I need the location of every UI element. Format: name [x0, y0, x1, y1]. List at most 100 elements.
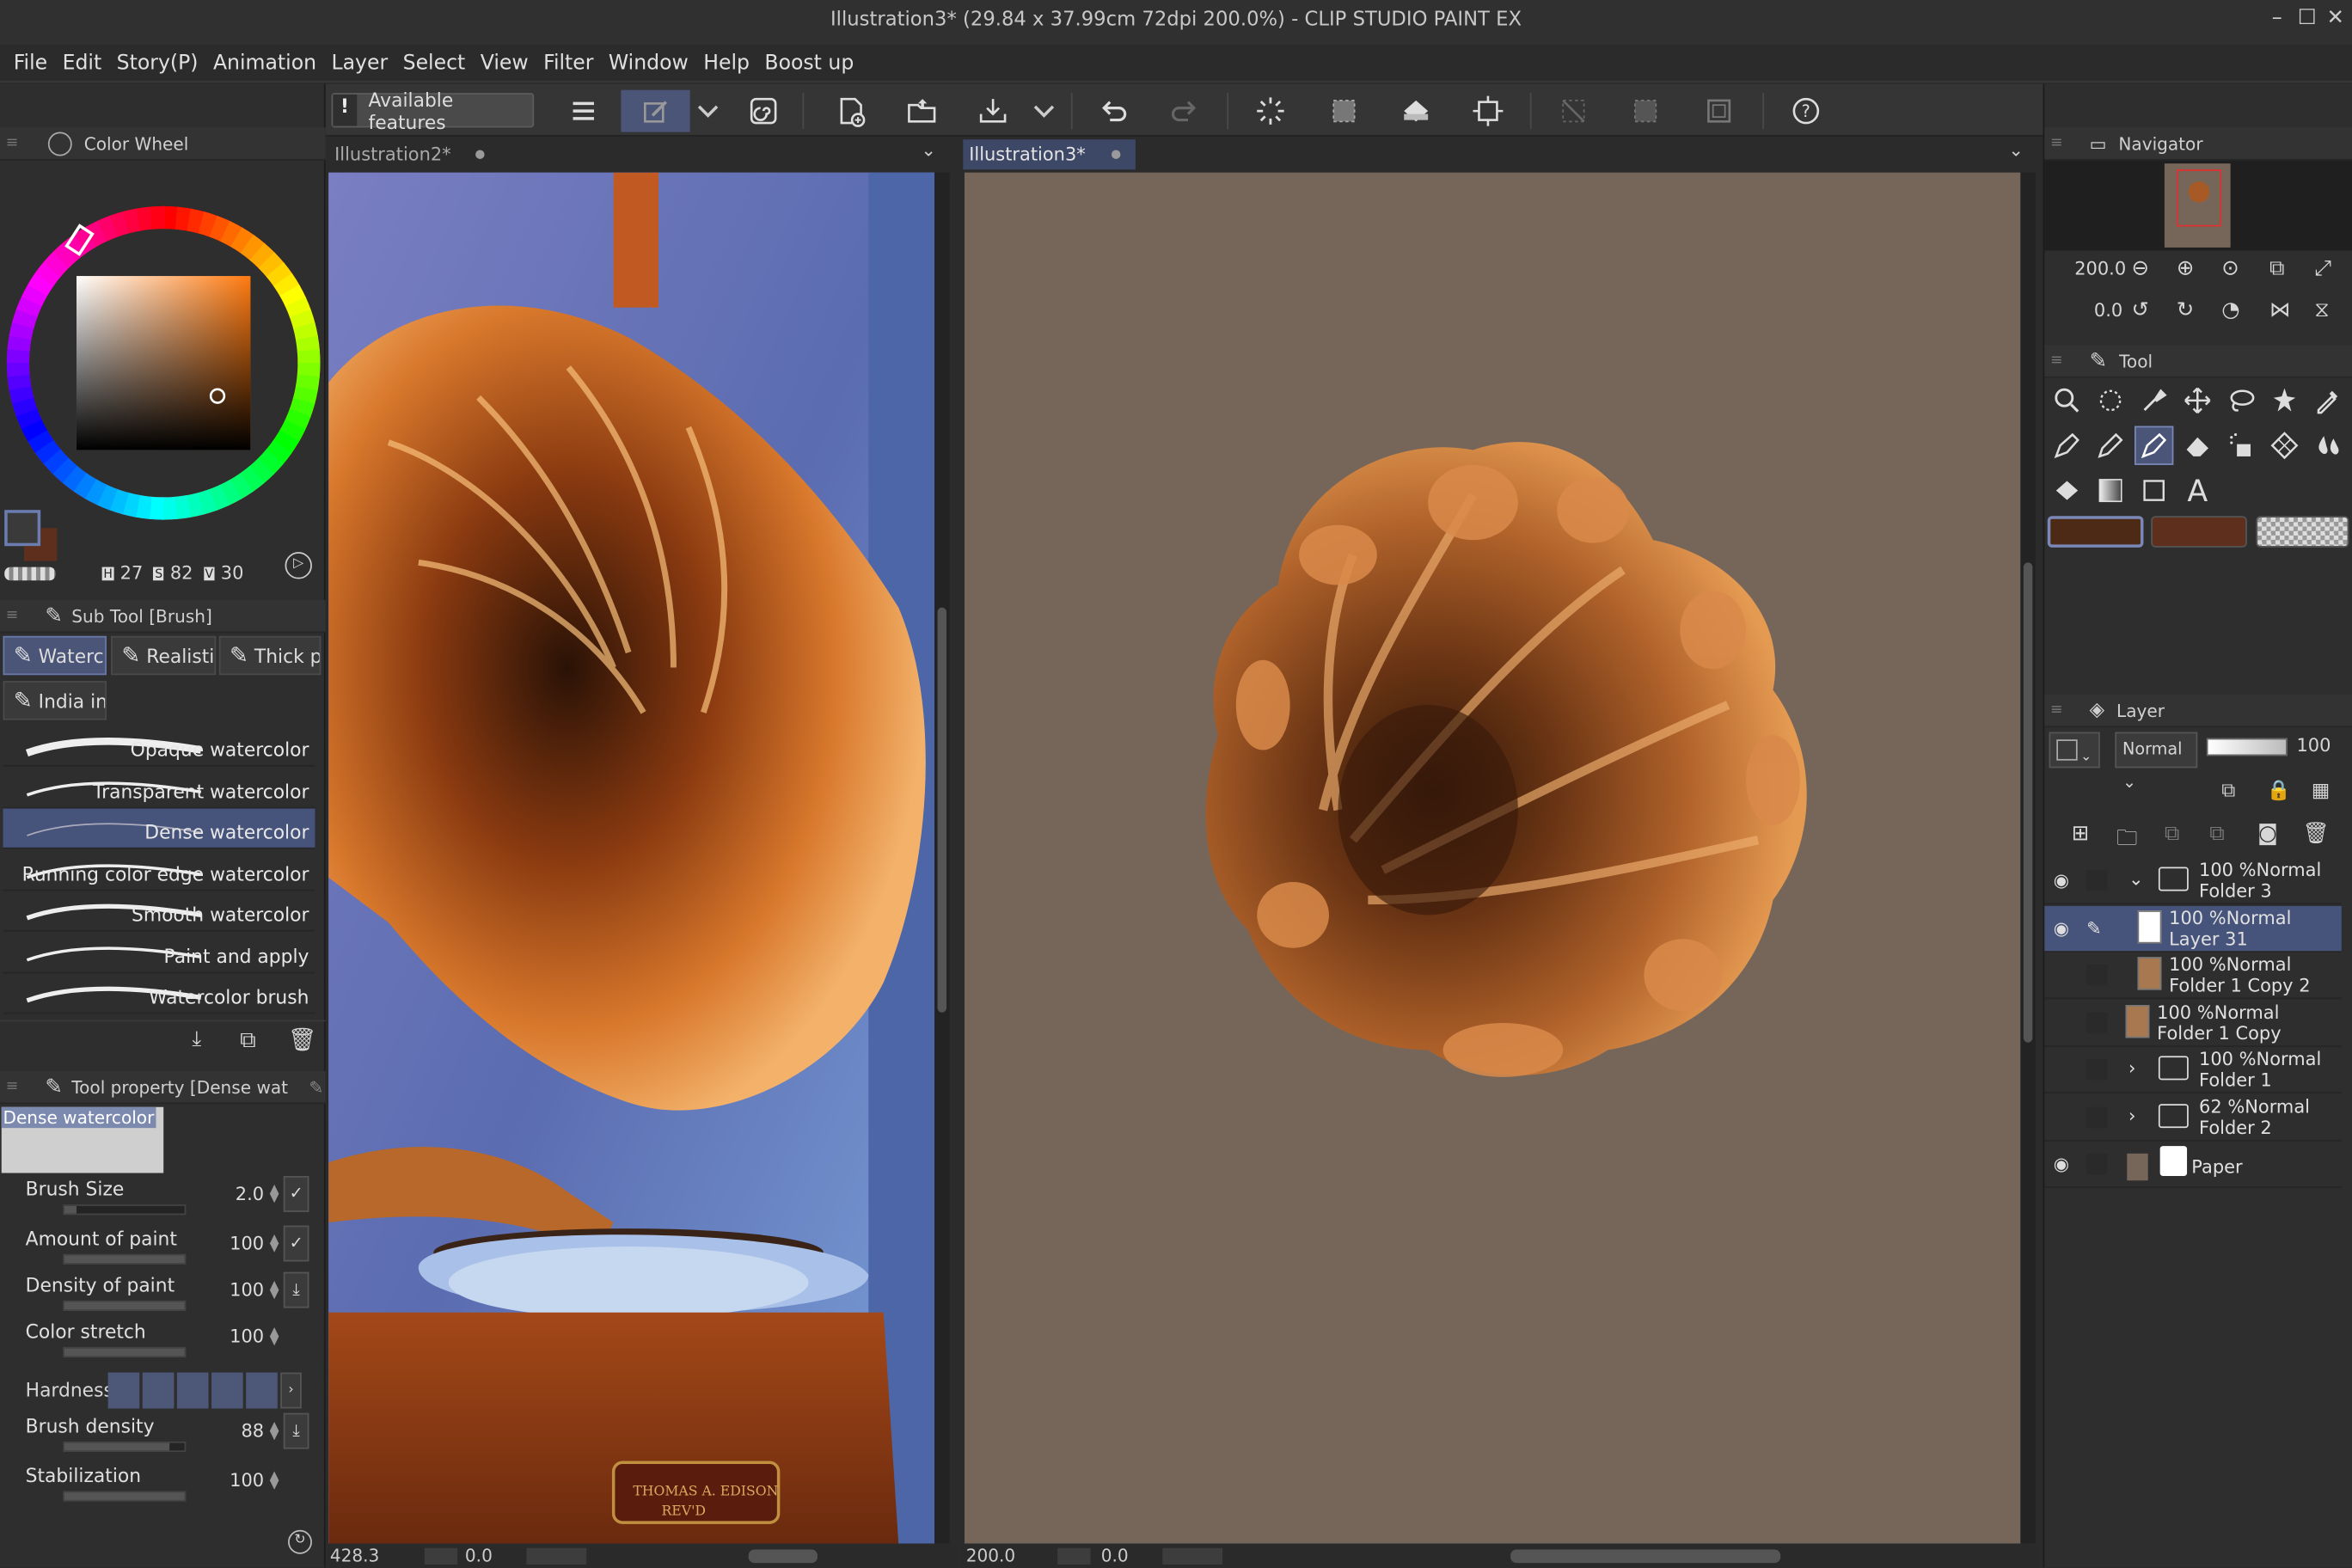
layer-status-slot[interactable] [2086, 1153, 2108, 1175]
menu-help[interactable]: Help [696, 45, 757, 81]
redo-icon[interactable] [1162, 90, 1207, 132]
hidden-eye-icon[interactable] [2054, 1012, 2074, 1032]
pressure-toggle-icon[interactable]: ✓ [283, 1176, 309, 1212]
reset-rotation-icon[interactable]: ◔ [2221, 298, 2239, 322]
stepper-icon[interactable]: ▲ ▼ [270, 1183, 279, 1204]
available-features-button[interactable]: ! Available features [331, 88, 535, 132]
chevron-down-icon[interactable]: ⌄ [2008, 139, 2024, 160]
stepper-icon[interactable]: ▲ ▼ [270, 1232, 279, 1253]
eye-icon[interactable]: ◉ [2054, 917, 2074, 938]
subtab-watercolor[interactable]: ✎ Waterc [3, 635, 107, 676]
pressure-toggle-icon[interactable]: ✓ [283, 1225, 309, 1262]
lasso-icon[interactable] [2221, 381, 2260, 420]
main-color-chip[interactable] [2047, 516, 2144, 548]
clip-layer-icon[interactable]: ⧉ [2221, 780, 2235, 802]
menu-filter[interactable]: Filter [536, 45, 601, 81]
horizontal-scroll-thumb[interactable] [748, 1549, 818, 1564]
layer-status-slot[interactable] [2086, 964, 2108, 986]
zoom-readout[interactable]: 428.3 [330, 1545, 379, 1565]
mask-icon[interactable]: ◙ [2257, 822, 2278, 846]
angle-readout[interactable]: 0.0 [465, 1545, 493, 1565]
stepper-icon[interactable]: ▲ ▼ [270, 1326, 279, 1346]
save-options-chevron-icon[interactable] [1026, 90, 1063, 132]
property-value[interactable]: 100 [230, 1279, 264, 1300]
trash-icon[interactable]: 🗑 [288, 1026, 316, 1053]
property-slider[interactable] [63, 1253, 187, 1265]
doc-tab-illustration3[interactable]: Illustration3* [963, 139, 1136, 170]
opacity-value[interactable]: 100 [2296, 735, 2331, 756]
pencil-icon[interactable] [2091, 426, 2129, 465]
property-value[interactable]: 88 [241, 1420, 264, 1441]
loading-icon[interactable] [1248, 90, 1293, 132]
delete-layer-icon[interactable]: 🗑 [2302, 822, 2329, 846]
layer-row[interactable]: 100 %Normal Folder 1 Copy [2044, 1000, 2342, 1047]
maximize-icon[interactable]: ☐ [2292, 6, 2322, 36]
hardness-step[interactable] [107, 1372, 140, 1409]
grip-icon[interactable]: ≡ [2044, 135, 2068, 151]
stepper-icon[interactable]: ▲ ▼ [270, 1420, 279, 1441]
magic-wand-icon[interactable] [2265, 381, 2304, 420]
layer-row[interactable]: › 100 %Normal Folder 1 [2044, 1047, 2342, 1094]
brush-tool-icon[interactable] [2134, 426, 2174, 465]
hardness-step[interactable] [142, 1372, 175, 1409]
merge-down-icon[interactable]: ⧉ [2165, 822, 2179, 846]
layer-status-slot[interactable] [2086, 1011, 2108, 1033]
property-value[interactable]: 2.0 [236, 1184, 264, 1204]
grip-icon[interactable]: ≡ [2044, 352, 2068, 369]
menu-window[interactable]: Window [601, 45, 695, 81]
hardness-step[interactable] [176, 1372, 209, 1409]
clear-selection-icon[interactable] [1551, 90, 1596, 132]
menu-select[interactable]: Select [395, 45, 473, 81]
eyedropper-icon[interactable] [2308, 381, 2347, 420]
color-wheel[interactable] [3, 203, 323, 524]
fit-page-icon[interactable]: ⧉ [2269, 256, 2284, 280]
flip-vertical-icon[interactable]: ⧖ [2314, 298, 2329, 322]
pressure-toggle-icon[interactable]: ⤓ [283, 1412, 309, 1449]
new-file-icon[interactable] [828, 90, 873, 132]
decoration-icon[interactable] [2265, 426, 2304, 465]
zoom-readout[interactable]: 200.0 [966, 1545, 1015, 1565]
play-icon[interactable]: ▷ [285, 552, 312, 579]
move-icon[interactable] [2178, 381, 2217, 420]
gradient-icon[interactable] [2091, 471, 2129, 510]
hardness-step[interactable] [211, 1372, 243, 1409]
layer-row[interactable]: 100 %Normal Folder 1 Copy 2 [2044, 952, 2342, 1000]
rotate-left-icon[interactable]: ↺ [2132, 298, 2149, 322]
menu-layer[interactable]: Layer [324, 45, 395, 81]
brush-item[interactable]: Dense watercolor [3, 808, 315, 849]
select-area-icon[interactable] [1321, 90, 1366, 132]
scroll-thumb[interactable] [937, 607, 947, 1013]
grip-icon[interactable]: ≡ [0, 608, 24, 624]
angle-slider[interactable] [526, 1547, 587, 1565]
merge-visible-icon[interactable]: ⧉ [2209, 822, 2224, 846]
rotate-right-icon[interactable]: ↻ [2177, 298, 2194, 322]
subtab-thick-paint[interactable]: ✎ Thick p [218, 635, 322, 676]
chevron-down-icon[interactable]: ⌄ [921, 139, 936, 160]
lasso-select-icon[interactable] [2091, 381, 2129, 420]
property-slider[interactable] [63, 1204, 187, 1216]
subtab-realistic[interactable]: ✎ Realisti [111, 635, 217, 676]
hidden-eye-icon[interactable] [2054, 1059, 2074, 1080]
close-tab-icon[interactable] [475, 150, 485, 159]
help-icon[interactable]: ? [1784, 90, 1828, 132]
figure-icon[interactable] [2135, 471, 2173, 510]
close-icon[interactable]: ✕ [2320, 6, 2350, 36]
zoom-out-icon[interactable]: ⊖ [2132, 256, 2149, 280]
chevron-down-icon[interactable]: ⌄ [2128, 868, 2144, 889]
save-icon[interactable] [971, 90, 1015, 132]
text-tool-icon[interactable]: A [2178, 471, 2217, 510]
minimize-icon[interactable]: – [2262, 6, 2292, 36]
airbrush-icon[interactable] [2221, 426, 2260, 465]
grip-icon[interactable]: ≡ [0, 1079, 24, 1095]
open-folder-icon[interactable] [900, 90, 945, 132]
hardness-slider[interactable]: › [107, 1372, 302, 1409]
close-tab-icon[interactable] [1111, 150, 1121, 159]
chevron-down-icon[interactable] [690, 90, 726, 132]
transparent-swatch[interactable] [4, 567, 56, 581]
selection-border-icon[interactable] [1696, 90, 1741, 132]
brush-item[interactable]: Smooth watercolor [3, 891, 315, 932]
fill-bucket-icon[interactable] [1393, 90, 1438, 132]
layer-row[interactable]: ◉ ⌄ 100 %Normal Folder 3 [2044, 858, 2342, 905]
navigator-angle[interactable]: 0.0 [2094, 300, 2122, 321]
zoom-stepper[interactable] [424, 1547, 458, 1565]
